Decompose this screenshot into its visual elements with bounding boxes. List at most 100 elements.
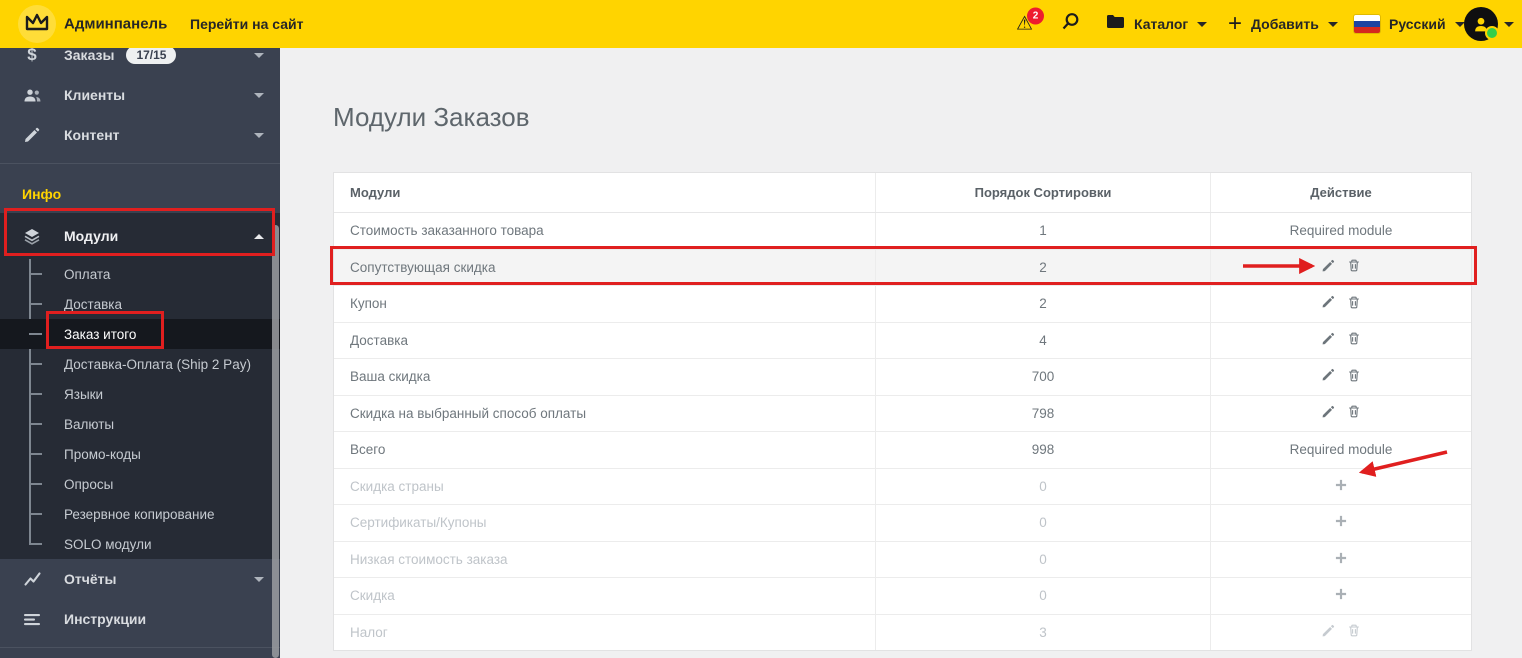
page-title: Модули Заказов [333, 102, 530, 132]
sidebar-subitem[interactable]: Валюты [0, 409, 280, 439]
column-header-modules: Модули [350, 185, 401, 200]
column-header-sort-order: Порядок Сортировки [875, 173, 1210, 212]
sidebar-scrollbar[interactable] [272, 225, 279, 658]
sidebar-item-modules[interactable]: Модули [0, 213, 280, 259]
russian-flag-icon [1354, 15, 1380, 33]
sidebar-subitem[interactable]: Языки [0, 379, 280, 409]
sidebar-subitem[interactable]: Промо-коды [0, 439, 280, 469]
module-name-cell: Всего [350, 442, 386, 458]
delete-button[interactable] [1347, 295, 1361, 313]
delete-button[interactable] [1347, 258, 1361, 276]
app-title: Админпанель [64, 15, 168, 33]
sidebar-item-instructions[interactable]: Инструкции [0, 599, 280, 639]
alerts-button[interactable]: ⚠ 2 [1016, 7, 1044, 34]
subitem-label: Доставка-Оплата (Ship 2 Pay) [64, 356, 251, 372]
edit-button[interactable] [1321, 405, 1335, 422]
sort-order-cell: 700 [875, 359, 1210, 395]
module-name-cell: Скидка [350, 588, 395, 604]
edit-button[interactable] [1321, 332, 1335, 349]
edit-button[interactable] [1321, 259, 1335, 276]
sort-order-cell: 2 [875, 249, 1210, 285]
sidebar-subitem[interactable]: Доставка-Оплата (Ship 2 Pay) [0, 349, 280, 379]
sidebar-item-customers[interactable]: Клиенты [0, 75, 280, 115]
add-menu[interactable]: + Добавить [1228, 12, 1338, 36]
table-row: Доставка 4 [334, 322, 1471, 359]
sidebar-item-reports[interactable]: Отчёты [0, 559, 280, 599]
brand-logo[interactable] [18, 5, 56, 43]
table-row: Низкая стоимость заказа 0 [334, 541, 1471, 578]
sidebar-subitem[interactable]: Оплата [0, 259, 280, 289]
sidebar-subitem[interactable]: Доставка [0, 289, 280, 319]
avatar [1464, 7, 1499, 41]
trash-icon [1347, 331, 1361, 349]
tree-tick-icon [29, 513, 42, 515]
subitem-label: Языки [64, 386, 104, 402]
alerts-count-badge: 2 [1027, 7, 1044, 25]
action-cell [1210, 249, 1471, 285]
pencil-icon [1321, 368, 1335, 385]
plus-icon [1334, 587, 1348, 604]
catalog-menu[interactable]: Каталог [1106, 14, 1208, 34]
action-cell [1210, 286, 1471, 322]
action-cell [1210, 578, 1471, 614]
pencil-icon [1321, 259, 1335, 276]
delete-button[interactable] [1347, 331, 1361, 349]
folder-icon [1106, 14, 1125, 34]
sidebar-subitem[interactable]: Опросы [0, 469, 280, 499]
modules-panel: Модули Оплата Доставка Заказ итого Доставка… [0, 213, 280, 559]
language-menu[interactable]: Русский [1354, 15, 1465, 33]
sort-order-cell: 3 [875, 614, 1210, 650]
column-header-action: Действие [1210, 173, 1471, 212]
orders-count-badge: 17/15 [126, 48, 177, 64]
search-icon [1061, 12, 1080, 36]
chevron-down-icon [254, 52, 264, 58]
edit-button[interactable] [1321, 368, 1335, 385]
list-lines-icon [20, 613, 44, 626]
trash-icon [1347, 623, 1361, 641]
crown-icon [24, 11, 50, 38]
sidebar-subitem[interactable]: Резервное копирование [0, 499, 280, 529]
subitem-label: Промо-коды [64, 446, 141, 462]
pencil-icon [1321, 405, 1335, 422]
chevron-down-icon [1197, 21, 1208, 27]
chevron-up-icon [254, 233, 264, 239]
action-cell [1210, 614, 1471, 650]
sidebar-item-orders[interactable]: $ Заказы 17/15 [0, 48, 280, 75]
install-button[interactable] [1334, 514, 1348, 531]
layers-icon [20, 228, 44, 245]
delete-button[interactable] [1347, 404, 1361, 422]
table-body: Стоимость заказанного товара 1 Required mo… [334, 213, 1471, 650]
action-cell [1210, 395, 1471, 431]
sidebar-item-content[interactable]: Контент [0, 115, 280, 155]
table-row: Купон 2 [334, 286, 1471, 323]
go-to-site-link[interactable]: Перейти на сайт [190, 16, 303, 32]
tree-tick-icon [29, 363, 42, 365]
plus-icon [1334, 551, 1348, 568]
trash-icon [1347, 368, 1361, 386]
action-cell [1210, 505, 1471, 541]
sort-order-cell: 998 [875, 432, 1210, 468]
module-name-cell: Налог [350, 624, 388, 640]
table-header: Модули Порядок Сортировки Действие [334, 173, 1471, 213]
topbar: Админпанель Перейти на сайт ⚠ 2 Каталог … [0, 0, 1522, 48]
pencil-icon [20, 127, 44, 143]
module-name-cell: Скидка на выбранный способ оплаты [350, 405, 587, 421]
install-button[interactable] [1334, 551, 1348, 568]
admin-panel-screen: Админпанель Перейти на сайт ⚠ 2 Каталог … [0, 0, 1522, 658]
module-name-cell: Скидка страны [350, 478, 444, 494]
edit-button[interactable] [1321, 295, 1335, 312]
search-button[interactable] [1061, 12, 1080, 36]
tree-tick-icon [29, 393, 42, 395]
table-row: Скидка на выбранный способ оплаты 798 [334, 395, 1471, 432]
delete-button[interactable] [1347, 368, 1361, 386]
module-name-cell: Купон [350, 296, 387, 312]
install-button[interactable] [1334, 478, 1348, 495]
user-menu[interactable] [1464, 7, 1514, 41]
install-button[interactable] [1334, 587, 1348, 604]
sidebar-subitem[interactable]: Заказ итого [0, 319, 280, 349]
sidebar-subitem[interactable]: SOLO модули [0, 529, 280, 559]
sort-order-cell: 1 [875, 213, 1210, 249]
required-module-label: Required module [1289, 223, 1393, 239]
required-module-label: Required module [1289, 442, 1393, 458]
sort-order-cell: 0 [875, 505, 1210, 541]
